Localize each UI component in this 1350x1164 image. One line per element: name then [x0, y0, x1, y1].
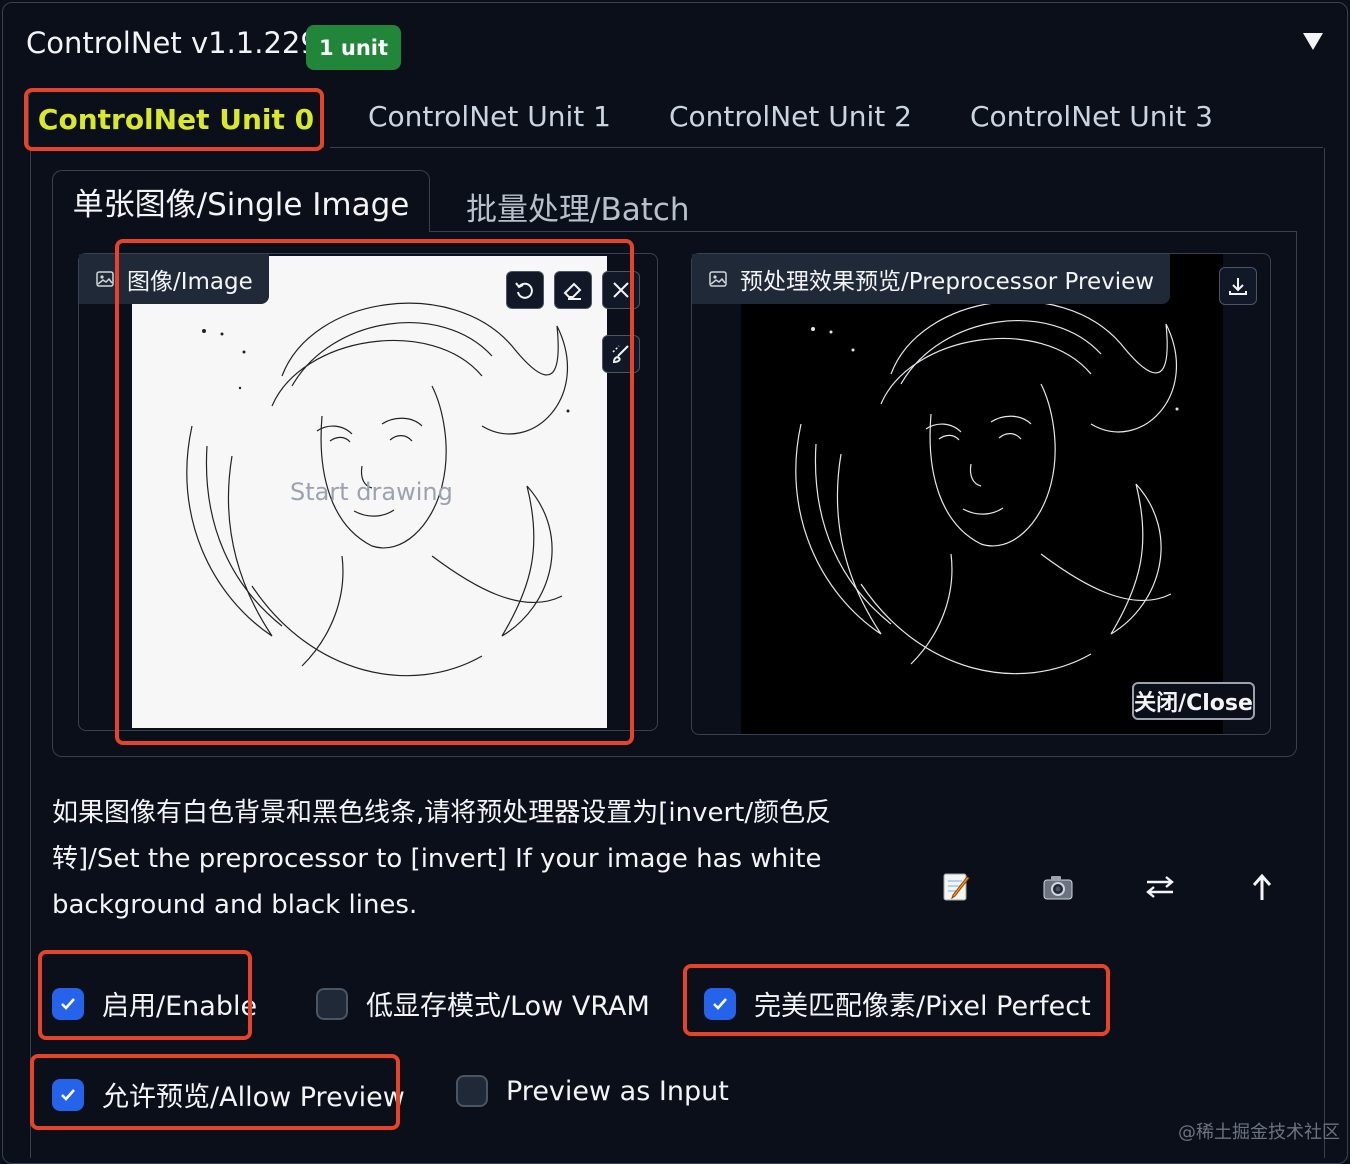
open-canvas-button[interactable] — [935, 866, 977, 908]
tab-controlnet-unit-1[interactable]: ControlNet Unit 1 — [368, 100, 611, 133]
allow-preview-label: 允许预览/Allow Preview — [102, 1082, 405, 1113]
pixel-perfect-checkbox-box[interactable] — [704, 987, 736, 1020]
enable-label: 启用/Enable — [102, 991, 258, 1022]
tab-single-image[interactable]: 单张图像/Single Image — [52, 170, 430, 232]
tab-batch[interactable]: 批量处理/Batch — [466, 184, 690, 229]
check-icon — [713, 997, 727, 1010]
panel-title[interactable]: ControlNet v1.1.229 — [26, 26, 319, 60]
camera-icon — [1043, 876, 1073, 900]
low-vram-label: 低显存模式/Low VRAM — [366, 991, 650, 1022]
preview-as-input-checkbox-box[interactable] — [456, 1075, 488, 1107]
check-icon — [61, 1088, 75, 1101]
eraser-icon — [563, 282, 582, 300]
send-up-icon — [1252, 873, 1272, 900]
clear-button[interactable] — [602, 271, 640, 309]
preprocessor-preview-label: 预处理效果预览/Preprocessor Preview — [692, 254, 1171, 304]
allow-preview-checkbox[interactable]: 允许预览/Allow Preview — [52, 1075, 405, 1114]
low-vram-checkbox[interactable]: 低显存模式/Low VRAM — [316, 984, 650, 1023]
image-input-label: 图像/Image — [79, 254, 269, 304]
image-icon — [96, 271, 114, 287]
close-icon — [613, 282, 629, 298]
download-icon — [1229, 278, 1247, 295]
preview-as-input-checkbox[interactable]: Preview as Input — [456, 1075, 729, 1107]
check-icon — [61, 997, 75, 1010]
image-icon — [709, 271, 727, 287]
pixel-perfect-label: 完美匹配像素/Pixel Perfect — [754, 991, 1091, 1022]
collapse-triangle-icon[interactable] — [1302, 30, 1324, 52]
mirror-webcam-button[interactable] — [1139, 866, 1181, 908]
tab-controlnet-unit-0[interactable]: ControlNet Unit 0 — [28, 90, 324, 148]
webcam-button[interactable] — [1037, 866, 1079, 908]
eraser-button[interactable] — [554, 271, 592, 309]
send-dimensions-button[interactable] — [1241, 866, 1283, 908]
brush-icon — [612, 345, 629, 364]
pixel-perfect-checkbox[interactable]: 完美匹配像素/Pixel Perfect — [704, 984, 1091, 1023]
inverted-line-drawing — [795, 300, 1179, 675]
memo-icon — [943, 873, 970, 901]
unit-count-badge: 1 unit — [306, 25, 401, 70]
enable-checkbox-box[interactable] — [52, 987, 84, 1020]
enable-checkbox[interactable]: 启用/Enable — [52, 984, 257, 1023]
invert-hint-text: 如果图像有白色背景和黑色线条,请将预处理器设置为[invert/颜色反转]/Se… — [52, 798, 832, 920]
swap-icon — [1146, 876, 1174, 898]
low-vram-checkbox-box[interactable] — [316, 987, 348, 1020]
download-button[interactable] — [1219, 267, 1257, 305]
allow-preview-checkbox-box[interactable] — [52, 1078, 84, 1111]
preview-as-input-label: Preview as Input — [506, 1075, 729, 1107]
image-input-label-text: 图像/Image — [127, 269, 253, 295]
canvas-placeholder: Start drawing — [290, 478, 453, 506]
undo-icon — [515, 282, 533, 299]
brush-button[interactable] — [602, 335, 640, 373]
watermark: @稀土掘金技术社区 — [1178, 1122, 1340, 1143]
preprocessor-preview-label-text: 预处理效果预览/Preprocessor Preview — [740, 269, 1155, 295]
undo-button[interactable] — [506, 271, 544, 309]
close-preview-button[interactable]: 关闭/Close — [1132, 682, 1255, 720]
preprocessor-preview-image — [741, 254, 1223, 734]
tab-controlnet-unit-3[interactable]: ControlNet Unit 3 — [970, 100, 1213, 133]
tab-controlnet-unit-2[interactable]: ControlNet Unit 2 — [669, 100, 912, 133]
